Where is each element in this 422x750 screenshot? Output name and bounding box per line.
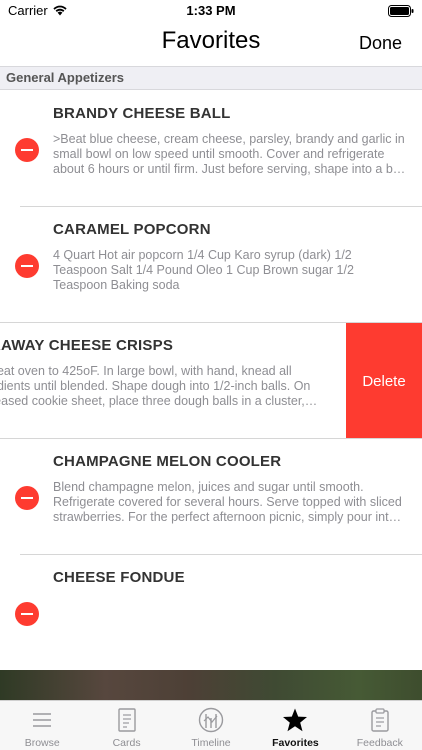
list-icon	[33, 713, 52, 727]
recipe-description: heat oven to 425oF. In large bowl, with …	[0, 364, 311, 408]
delete-button[interactable]: Delete	[346, 323, 422, 439]
tab-label: Favorites	[272, 737, 319, 749]
tab-feedback[interactable]: Feedback	[338, 701, 422, 750]
timeline-icon	[198, 707, 224, 733]
recipe-description: Blend champagne melon, juices and sugar …	[53, 480, 406, 524]
list-item[interactable]: CHEESE FONDUE	[0, 555, 422, 671]
tab-label: Timeline	[191, 737, 231, 749]
card-icon	[117, 708, 136, 732]
done-button[interactable]: Done	[359, 33, 402, 54]
tab-bar: Browse Cards Timeline Favorites Feedback	[0, 700, 422, 750]
recipe-description: >Beat blue cheese, cream cheese, parsley…	[53, 132, 406, 176]
delete-toggle-icon[interactable]	[15, 138, 39, 162]
list-item[interactable]: RAWAY CHEESE CRISPS heat oven to 425oF. …	[0, 323, 422, 439]
clipboard-icon	[371, 708, 389, 732]
tab-label: Browse	[24, 737, 60, 749]
tab-timeline[interactable]: Timeline	[169, 701, 253, 750]
recipe-title: CARAMEL POPCORN	[53, 221, 211, 238]
tab-browse[interactable]: Browse	[0, 701, 84, 750]
delete-toggle-icon[interactable]	[15, 254, 39, 278]
background-image	[0, 670, 422, 700]
tab-label: Feedback	[356, 737, 403, 749]
navigation-bar: Favorites Done	[0, 22, 422, 66]
delete-toggle-icon[interactable]	[15, 602, 39, 626]
list-item[interactable]: BRANDY CHEESE BALL >Beat blue cheese, cr…	[0, 91, 422, 207]
recipe-title: CHEESE FONDUE	[53, 569, 185, 586]
section-title: General Appetizers	[6, 70, 125, 85]
list-item[interactable]: CARAMEL POPCORN 4 Quart Hot air popcorn …	[0, 207, 422, 323]
star-icon	[283, 708, 308, 732]
tab-favorites[interactable]: Favorites	[253, 701, 337, 750]
tab-cards[interactable]: Cards	[84, 701, 168, 750]
section-header: General Appetizers	[0, 66, 422, 90]
tab-label: Cards	[112, 737, 141, 749]
recipe-title: BRANDY CHEESE BALL	[53, 105, 231, 122]
delete-toggle-icon[interactable]	[15, 486, 39, 510]
list-item[interactable]: CHAMPAGNE MELON COOLER Blend champagne m…	[0, 439, 422, 555]
recipe-title: CHAMPAGNE MELON COOLER	[53, 453, 282, 470]
battery-icon	[388, 5, 414, 17]
status-time: 1:33 PM	[186, 3, 236, 18]
recipe-description: 4 Quart Hot air popcorn 1/4 Cup Karo syr…	[53, 248, 354, 292]
status-bar: Carrier 1:33 PM	[0, 0, 422, 22]
recipe-title: RAWAY CHEESE CRISPS	[0, 337, 174, 354]
